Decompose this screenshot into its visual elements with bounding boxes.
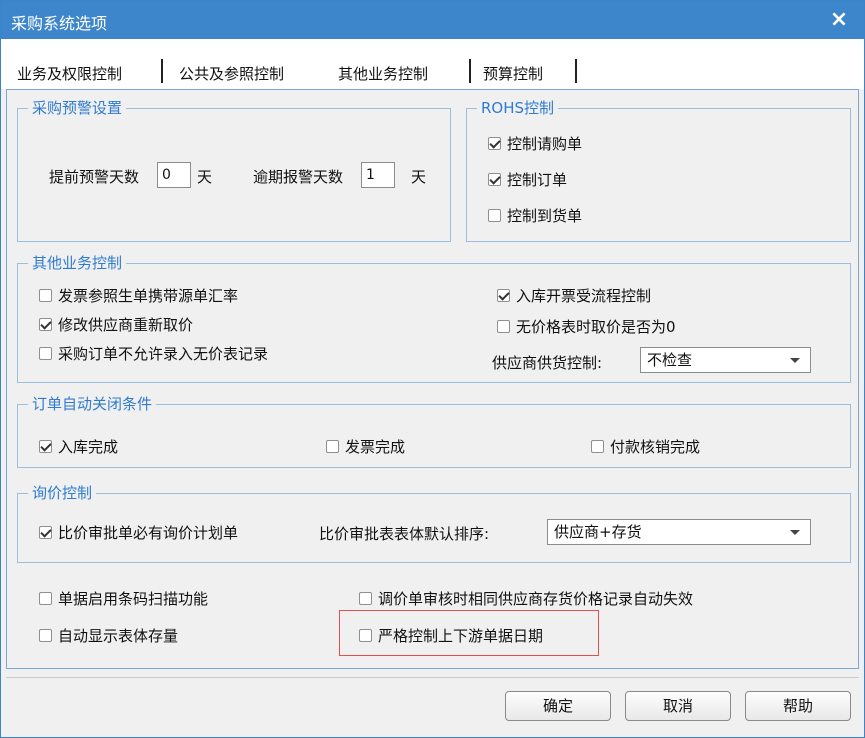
checkbox-box[interactable]	[359, 629, 372, 642]
sort-order-select[interactable]: 供应商+存货	[547, 519, 811, 545]
rohs-legend: ROHS控制	[477, 98, 559, 118]
overdue-days-unit: 天	[411, 168, 427, 186]
checkbox-label: 入库完成	[58, 438, 119, 456]
sort-order-value: 供应商+存货	[554, 523, 642, 541]
tab-other-business[interactable]: 其他业务控制	[338, 63, 428, 84]
checkbox-box[interactable]	[488, 209, 501, 222]
sort-order-label: 比价审批表表体默认排序:	[319, 525, 490, 543]
checkbox-label: 修改供应商重新取价	[58, 316, 194, 334]
supplier-control-select[interactable]: 不检查	[640, 347, 811, 373]
tab-separator	[469, 59, 471, 83]
cancel-button[interactable]: 取消	[625, 691, 731, 721]
strict-date-control-checkbox[interactable]: 严格控制上下游单据日期	[359, 625, 543, 646]
rohs-arrival-checkbox[interactable]: 控制到货单	[488, 205, 582, 226]
checkbox-label: 调价单审核时相同供应商存货价格记录自动失效	[378, 590, 694, 608]
tab-public-reference[interactable]: 公共及参照控制	[179, 63, 284, 84]
window-title: 采购系统选项	[11, 14, 108, 33]
advance-days-label: 提前预警天数	[49, 168, 140, 186]
checkbox-box[interactable]	[591, 440, 604, 453]
ok-button[interactable]: 确定	[505, 691, 611, 721]
barcode-scan-checkbox[interactable]: 单据启用条码扫描功能	[39, 588, 208, 609]
inbound-invoice-flow-checkbox[interactable]: 入库开票受流程控制	[497, 285, 651, 306]
checkbox-box[interactable]	[39, 592, 52, 605]
checkbox-label: 严格控制上下游单据日期	[378, 627, 544, 645]
other-business-legend: 其他业务控制	[28, 253, 127, 273]
overdue-days-input[interactable]: 1	[361, 162, 395, 188]
payment-settle-checkbox[interactable]: 付款核销完成	[591, 436, 700, 457]
checkbox-box[interactable]	[488, 137, 501, 150]
overdue-days-label: 逾期报警天数	[253, 168, 344, 186]
checkbox-label: 单据启用条码扫描功能	[58, 590, 209, 608]
warning-legend: 采购预警设置	[28, 98, 127, 118]
options-dialog: 采购系统选项 × 业务及权限控制 公共及参照控制 其他业务控制 预算控制 采购预…	[0, 0, 865, 738]
checkbox-box[interactable]	[497, 320, 510, 333]
tab-separator	[575, 59, 577, 83]
supplier-control-value: 不检查	[647, 351, 693, 369]
price-adjust-invalidate-checkbox[interactable]: 调价单审核时相同供应商存货价格记录自动失效	[359, 588, 693, 609]
invoice-complete-checkbox[interactable]: 发票完成	[326, 436, 405, 457]
checkbox-box[interactable]	[39, 440, 52, 453]
checkbox-box[interactable]	[488, 173, 501, 186]
checkbox-label: 自动显示表体存量	[58, 627, 179, 645]
zero-price-checkbox[interactable]: 无价格表时取价是否为0	[497, 316, 676, 337]
invoice-exchange-rate-checkbox[interactable]: 发票参照生单携带源单汇率	[39, 285, 238, 306]
checkbox-label: 采购订单不允许录入无价表记录	[58, 345, 269, 363]
title-bar: 采购系统选项 ×	[1, 1, 864, 39]
checkbox-label: 发票参照生单携带源单汇率	[58, 287, 239, 305]
checkbox-label: 控制请购单	[507, 135, 583, 153]
checkbox-label: 入库开票受流程控制	[516, 287, 652, 305]
auto-close-legend: 订单自动关闭条件	[28, 394, 157, 414]
tab-budget[interactable]: 预算控制	[483, 63, 543, 84]
reprice-supplier-checkbox[interactable]: 修改供应商重新取价	[39, 314, 193, 335]
checkbox-label: 发票完成	[345, 438, 406, 456]
supplier-control-label: 供应商供货控制:	[492, 354, 603, 372]
advance-days-input[interactable]: 0	[157, 162, 191, 188]
checkbox-box[interactable]	[39, 289, 52, 302]
checkbox-box[interactable]	[359, 592, 372, 605]
checkbox-label: 控制到货单	[507, 207, 583, 225]
checkbox-label: 付款核销完成	[610, 438, 701, 456]
checkbox-box[interactable]	[497, 289, 510, 302]
rohs-requisition-checkbox[interactable]: 控制请购单	[488, 133, 582, 154]
inquiry-legend: 询价控制	[28, 483, 97, 503]
inbound-complete-checkbox[interactable]: 入库完成	[39, 436, 118, 457]
chevron-down-icon[interactable]	[790, 530, 800, 535]
checkbox-box[interactable]	[39, 347, 52, 360]
checkbox-label: 无价格表时取价是否为0	[516, 318, 676, 336]
help-button[interactable]: 帮助	[745, 691, 851, 721]
tab-separator	[161, 59, 163, 83]
rohs-order-checkbox[interactable]: 控制订单	[488, 169, 567, 190]
checkbox-box[interactable]	[326, 440, 339, 453]
no-price-record-checkbox[interactable]: 采购订单不允许录入无价表记录	[39, 343, 268, 364]
advance-days-unit: 天	[197, 168, 213, 186]
close-icon[interactable]: ×	[826, 7, 852, 33]
checkbox-box[interactable]	[39, 629, 52, 642]
checkbox-box[interactable]	[39, 526, 52, 539]
chevron-down-icon[interactable]	[790, 358, 800, 363]
checkbox-label: 控制订单	[507, 171, 568, 189]
checkbox-box[interactable]	[39, 318, 52, 331]
footer-divider	[6, 677, 859, 678]
auto-close-group: 订单自动关闭条件	[17, 394, 851, 468]
tab-business-permission[interactable]: 业务及权限控制	[17, 63, 122, 84]
checkbox-label: 比价审批单必有询价计划单	[58, 524, 239, 542]
tab-bar: 业务及权限控制 公共及参照控制 其他业务控制 预算控制	[1, 39, 864, 89]
show-stock-checkbox[interactable]: 自动显示表体存量	[39, 625, 178, 646]
inquiry-plan-required-checkbox[interactable]: 比价审批单必有询价计划单	[39, 522, 238, 543]
